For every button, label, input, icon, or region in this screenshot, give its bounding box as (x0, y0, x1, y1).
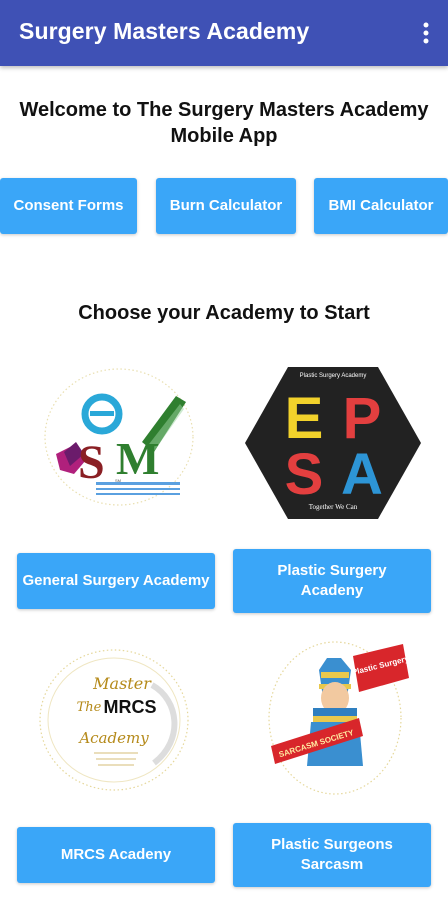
sarcasm-label-line-1: Plastic Surgeons (271, 836, 393, 853)
svg-text:S: S (78, 436, 105, 489)
sm-logo[interactable]: S M SM (34, 362, 199, 512)
mrcs-logo[interactable]: Master The MRCS Academy (34, 645, 199, 795)
epsa-letter-a: A (341, 442, 383, 507)
epsa-letter-s: S (285, 442, 324, 507)
mrcs-logo-master: Master (92, 674, 152, 693)
sarcasm-logo[interactable]: Plastic Surgery SARCASM SOCIETY (263, 636, 413, 796)
consent-forms-button[interactable]: Consent Forms (0, 178, 137, 234)
more-vert-icon[interactable] (410, 15, 442, 51)
mrcs-logo-mrcs: MRCS (104, 697, 157, 717)
plastic-surgery-label-line-1: Plastic Surgery (277, 562, 387, 579)
epsa-hexagon-logo[interactable]: Plastic Surgery Academy E P S A Together… (244, 366, 422, 520)
bmi-calculator-button[interactable]: BMI Calculator (314, 178, 448, 234)
epsa-bottom-text: Together We Can (309, 503, 358, 511)
welcome-line-1: Welcome to The Surgery Masters Academy (19, 99, 429, 121)
burn-calculator-button[interactable]: Burn Calculator (156, 178, 296, 234)
app-title: Surgery Masters Academy (19, 18, 310, 44)
svg-text:M: M (116, 433, 159, 484)
mrcs-academy-button[interactable]: MRCS Acadeny (17, 827, 215, 883)
epsa-top-text: Plastic Surgery Academy (300, 373, 367, 379)
mrcs-logo-academy: Academy (77, 729, 149, 747)
plastic-surgeons-sarcasm-button[interactable]: Plastic Surgeons Sarcasm (233, 823, 431, 887)
plastic-surgery-academy-button[interactable]: Plastic Surgery Acadeny (233, 549, 431, 613)
general-surgery-academy-button[interactable]: General Surgery Academy (17, 553, 215, 609)
sarcasm-label-line-2: Sarcasm (300, 856, 364, 873)
mrcs-logo-the: The (77, 700, 102, 715)
plastic-surgery-label-line-2: Acadeny (300, 582, 364, 599)
choose-academy-heading: Choose your Academy to Start (78, 302, 370, 324)
welcome-line-2: Mobile App (170, 125, 278, 147)
welcome-heading: Welcome to The Surgery Masters Academy M… (0, 97, 448, 149)
sm-logo-text: SM (115, 478, 121, 483)
app-bar: Surgery Masters Academy (0, 0, 448, 66)
